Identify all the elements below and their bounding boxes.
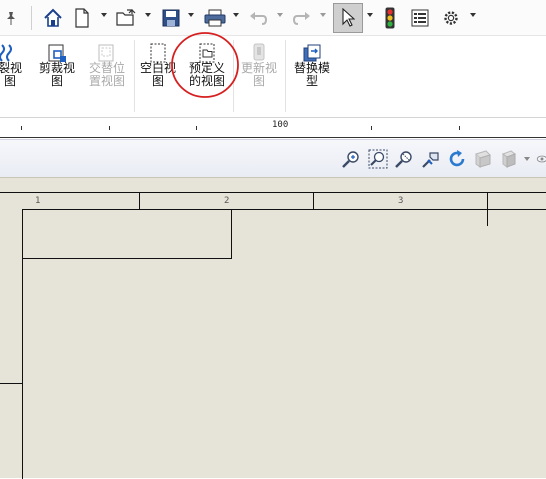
broken-section-label: 裂视 图: [0, 61, 22, 88]
save-dropdown-icon[interactable]: [188, 13, 194, 17]
open-folder-icon[interactable]: [115, 5, 137, 31]
zone-label: 3: [398, 196, 404, 206]
new-file-icon[interactable]: [72, 5, 92, 31]
ribbon-separator: [285, 40, 286, 112]
sheet-top-border: [0, 192, 546, 193]
title-box-bottom: [22, 258, 232, 259]
select-cursor-icon[interactable]: [333, 3, 363, 33]
section-view-icon[interactable]: [472, 148, 494, 170]
file-properties-icon[interactable]: [409, 5, 431, 31]
ribbon-separator: [134, 40, 135, 112]
zone-marker: [0, 383, 22, 384]
save-icon[interactable]: [160, 5, 182, 31]
pin-icon[interactable]: [4, 5, 18, 31]
display-style-icon[interactable]: [498, 148, 520, 170]
rotate-view-icon[interactable]: [446, 148, 468, 170]
open-dropdown-icon[interactable]: [145, 13, 151, 17]
zone-label: 1: [35, 196, 41, 206]
broken-out-section-button[interactable]: 裂视 图: [0, 38, 28, 110]
update-view-label: 更新视 图: [240, 61, 277, 88]
zone-divider: [139, 192, 140, 210]
redo-dropdown-icon[interactable]: [320, 13, 326, 17]
quick-access-toolbar: [0, 0, 546, 36]
alternate-position-label: 交替位 置视图: [88, 61, 125, 88]
alternate-position-view-button[interactable]: 交替位 置视图: [84, 38, 130, 110]
zoom-to-area-icon[interactable]: [367, 148, 389, 170]
highlight-circle: [171, 32, 239, 98]
hide-show-items-icon[interactable]: [536, 148, 546, 170]
replace-model-label: 替换模 型: [293, 61, 330, 88]
crop-view-button[interactable]: 剪裁视 图: [36, 38, 78, 110]
undo-dropdown-icon[interactable]: [277, 13, 283, 17]
drawing-sheet[interactable]: 1 2 3: [0, 177, 546, 479]
update-view-button[interactable]: 更新视 图: [236, 38, 282, 110]
horizontal-ruler: 100: [0, 118, 546, 138]
zone-divider: [313, 192, 314, 210]
ruler-label: 100: [272, 120, 289, 130]
home-icon[interactable]: [42, 5, 64, 31]
zoom-in-out-icon[interactable]: [393, 148, 415, 170]
title-box-right: [231, 209, 232, 259]
sheet-inner-border-top: [22, 209, 546, 210]
print-icon[interactable]: [203, 5, 227, 31]
options-dropdown-icon[interactable]: [470, 13, 476, 17]
zone-divider: [487, 192, 488, 226]
traffic-light-icon[interactable]: [381, 5, 399, 31]
select-dropdown-icon[interactable]: [367, 13, 373, 17]
replace-model-button[interactable]: 替换模 型: [289, 38, 335, 110]
zoom-to-selection-icon[interactable]: [420, 148, 442, 170]
zoom-to-fit-icon[interactable]: [340, 148, 362, 170]
ribbon-view-layout: 裂视 图 剪裁视 图 交替位 置视图 空白视 图 预定义 的视图 更新视 图 替…: [0, 32, 546, 118]
print-dropdown-icon[interactable]: [233, 13, 239, 17]
sheet-inner-border-left: [22, 209, 23, 479]
redo-icon[interactable]: [292, 5, 312, 31]
options-gear-icon[interactable]: [440, 5, 462, 31]
undo-icon[interactable]: [248, 5, 268, 31]
display-style-dropdown-icon[interactable]: [524, 157, 530, 161]
new-file-dropdown-icon[interactable]: [101, 13, 107, 17]
crop-view-label: 剪裁视 图: [38, 61, 75, 88]
zone-label: 2: [224, 196, 230, 206]
heads-up-view-toolbar: [0, 139, 546, 177]
